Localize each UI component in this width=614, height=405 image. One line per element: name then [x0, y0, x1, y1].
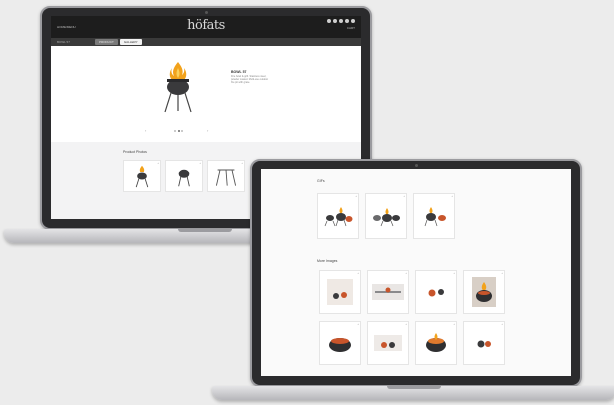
- grill-with-flame-icon: [135, 165, 149, 188]
- expand-icon[interactable]: +: [157, 161, 159, 165]
- expand-icon[interactable]: +: [357, 322, 359, 326]
- tab-product[interactable]: PRODUCT: [95, 39, 118, 45]
- image-thumbnail[interactable]: +: [319, 270, 361, 314]
- camera-icon: [414, 164, 418, 167]
- expand-icon[interactable]: +: [453, 322, 455, 326]
- gif-thumbnail[interactable]: +: [365, 193, 407, 239]
- trackpad-notch: [178, 229, 232, 232]
- fire-bowl-icon: [472, 277, 496, 307]
- carousel-dot[interactable]: [174, 130, 176, 132]
- grill-group-icon: [324, 207, 353, 227]
- carousel-dot-active[interactable]: [177, 130, 180, 132]
- expand-icon[interactable]: +: [451, 194, 453, 198]
- image-thumbnail[interactable]: +: [463, 270, 505, 314]
- expand-icon[interactable]: +: [453, 271, 455, 275]
- grill-bowl-icon: [178, 169, 190, 187]
- expand-icon[interactable]: +: [403, 194, 405, 198]
- gallery-page-screen: GIFs + + + More Images + + + + + + + +: [261, 169, 571, 376]
- sub-navigation: BOWL 57 PRODUCT GALLERY: [51, 38, 361, 46]
- photo-thumbnail[interactable]: +: [123, 160, 161, 192]
- product-hero: BOWL 57 Fire bowl & grill. Stainless ste…: [51, 46, 361, 142]
- gif-thumbnails: + + +: [317, 193, 455, 239]
- expand-icon[interactable]: +: [241, 161, 243, 165]
- photo-thumbnail[interactable]: +: [165, 160, 203, 192]
- image-thumbnail[interactable]: +: [463, 321, 505, 365]
- breadcrumb: BOWL 57: [57, 40, 70, 44]
- brand-logo[interactable]: höfats: [51, 18, 361, 33]
- gif-thumbnail[interactable]: +: [317, 193, 359, 239]
- trackpad-notch: [387, 386, 441, 389]
- fire-bowl-icon: [426, 333, 446, 352]
- image-thumbnail[interactable]: +: [367, 321, 409, 365]
- search-icon[interactable]: [351, 19, 355, 23]
- pinterest-icon[interactable]: [339, 19, 343, 23]
- long-table-icon: [372, 284, 404, 300]
- expand-icon[interactable]: +: [199, 161, 201, 165]
- image-thumbnail[interactable]: +: [319, 321, 361, 365]
- laptop-lid: GIFs + + + More Images + + + + + + + +: [250, 159, 582, 387]
- image-thumbnails-row: + + + +: [319, 270, 505, 314]
- image-thumbnail[interactable]: +: [367, 270, 409, 314]
- carousel-next-icon[interactable]: ›: [207, 128, 208, 133]
- cart-link[interactable]: CART: [347, 26, 355, 30]
- tab-gallery[interactable]: GALLERY: [119, 39, 142, 45]
- expand-icon[interactable]: +: [501, 271, 503, 275]
- photo-thumbnails: + + +: [123, 160, 245, 192]
- youtube-icon[interactable]: [345, 19, 349, 23]
- two-balls-icon: [477, 340, 491, 348]
- camera-icon: [204, 11, 208, 14]
- image-thumbnail[interactable]: +: [415, 321, 457, 365]
- social-icons: [327, 19, 355, 23]
- two-balls-icon: [374, 335, 402, 351]
- expand-icon[interactable]: +: [355, 194, 357, 198]
- section-title: Product Photos: [123, 150, 147, 154]
- image-thumbnail[interactable]: +: [415, 270, 457, 314]
- carousel-dots: [174, 130, 183, 132]
- instagram-icon[interactable]: [333, 19, 337, 23]
- expand-icon[interactable]: +: [357, 271, 359, 275]
- facebook-icon[interactable]: [327, 19, 331, 23]
- laptop-base: [212, 386, 614, 400]
- section-title: GIFs: [317, 179, 325, 183]
- photo-thumbnail[interactable]: +: [207, 160, 245, 192]
- two-balls-icon: [327, 279, 353, 305]
- image-thumbnails-row: + + + +: [319, 321, 505, 365]
- carousel-prev-icon[interactable]: ‹: [145, 128, 146, 133]
- tripod-stand-icon: [215, 169, 237, 186]
- product-title: BOWL 57: [231, 70, 247, 74]
- fire-bowl-icon: [329, 338, 351, 352]
- subtabs: PRODUCT GALLERY: [95, 39, 142, 45]
- section-title: More Images: [317, 259, 338, 263]
- expand-icon[interactable]: +: [501, 322, 503, 326]
- two-balls-icon: [428, 289, 444, 297]
- product-description: Fire bowl & grill. Stainless steel, powd…: [231, 75, 269, 84]
- grill-group-icon: [373, 208, 400, 227]
- site-header: HOME/MENU höfats CART: [51, 16, 361, 38]
- grill-group-icon: [424, 207, 446, 227]
- expand-icon[interactable]: +: [405, 271, 407, 275]
- grill-with-flame-icon: [161, 60, 195, 114]
- gif-thumbnail[interactable]: +: [413, 193, 455, 239]
- carousel-dot[interactable]: [181, 130, 183, 132]
- expand-icon[interactable]: +: [405, 322, 407, 326]
